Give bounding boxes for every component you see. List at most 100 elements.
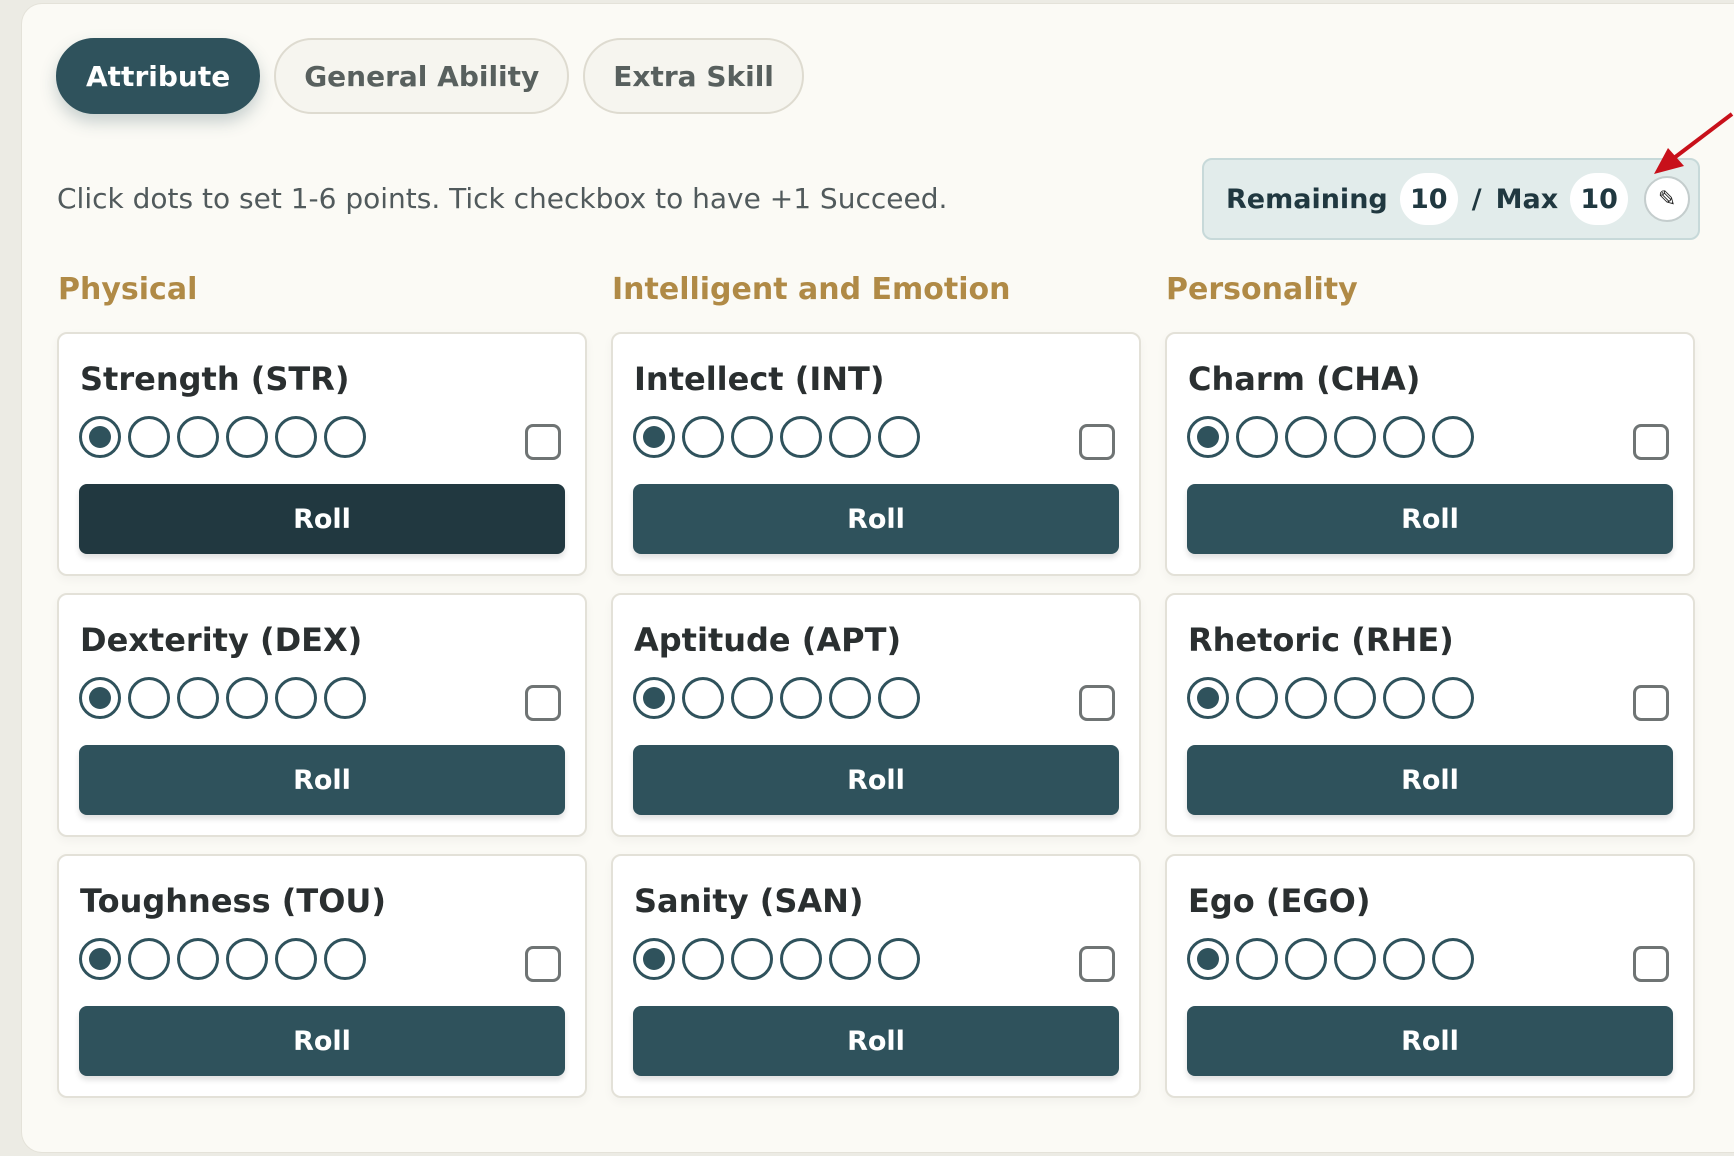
point-dot-3[interactable] (177, 938, 219, 980)
point-dot-2[interactable] (1236, 938, 1278, 980)
point-dot-4[interactable] (226, 677, 268, 719)
point-dot-1[interactable] (1187, 677, 1229, 719)
point-dot-1[interactable] (1187, 938, 1229, 980)
attribute-card-aptitude-apt: Aptitude (APT) Roll (611, 593, 1141, 837)
roll-button[interactable]: Roll (1187, 745, 1673, 815)
point-dot-4[interactable] (226, 938, 268, 980)
column-title: Personality (1166, 272, 1358, 307)
roll-button[interactable]: Roll (79, 484, 565, 554)
point-dots (633, 677, 920, 719)
point-dot-4[interactable] (1334, 677, 1376, 719)
point-dot-6[interactable] (1432, 677, 1474, 719)
roll-button[interactable]: Roll (79, 745, 565, 815)
point-dot-1[interactable] (79, 938, 121, 980)
point-dot-4[interactable] (780, 677, 822, 719)
point-dot-5[interactable] (275, 677, 317, 719)
point-dot-3[interactable] (1285, 677, 1327, 719)
point-dot-1[interactable] (79, 416, 121, 458)
point-dot-3[interactable] (731, 677, 773, 719)
succeed-checkbox[interactable] (525, 685, 561, 721)
attribute-name: Toughness (TOU) (80, 882, 387, 920)
point-dot-2[interactable] (682, 416, 724, 458)
succeed-checkbox[interactable] (525, 424, 561, 460)
point-dot-4[interactable] (1334, 938, 1376, 980)
annotation-arrow (1654, 112, 1734, 174)
attribute-name: Intellect (INT) (634, 360, 885, 398)
roll-button[interactable]: Roll (633, 745, 1119, 815)
point-dot-6[interactable] (878, 938, 920, 980)
attribute-name: Sanity (SAN) (634, 882, 864, 920)
point-dot-3[interactable] (177, 416, 219, 458)
point-dot-4[interactable] (226, 416, 268, 458)
point-dot-5[interactable] (1383, 416, 1425, 458)
point-dot-6[interactable] (324, 938, 366, 980)
point-dot-2[interactable] (128, 938, 170, 980)
succeed-checkbox[interactable] (1633, 424, 1669, 460)
roll-button[interactable]: Roll (1187, 1006, 1673, 1076)
point-dot-3[interactable] (731, 938, 773, 980)
roll-button[interactable]: Roll (1187, 484, 1673, 554)
attribute-card-charm-cha: Charm (CHA) Roll (1165, 332, 1695, 576)
point-dot-6[interactable] (1432, 416, 1474, 458)
point-dot-2[interactable] (1236, 677, 1278, 719)
point-dot-2[interactable] (1236, 416, 1278, 458)
point-dot-1[interactable] (633, 416, 675, 458)
point-dot-6[interactable] (1432, 938, 1474, 980)
point-dot-6[interactable] (878, 677, 920, 719)
column-title: Intelligent and Emotion (612, 272, 1011, 307)
column-physical: Physical Strength (STR) Roll Dexterity (DEX… (57, 272, 587, 1115)
succeed-checkbox[interactable] (1079, 685, 1115, 721)
point-dot-3[interactable] (1285, 416, 1327, 458)
point-dot-4[interactable] (1334, 416, 1376, 458)
tab-extra-skill[interactable]: Extra Skill (583, 38, 804, 114)
attribute-card-toughness-tou: Toughness (TOU) Roll (57, 854, 587, 1098)
point-dots (79, 677, 366, 719)
roll-button[interactable]: Roll (633, 1006, 1119, 1076)
attribute-name: Strength (STR) (80, 360, 350, 398)
point-dot-5[interactable] (275, 416, 317, 458)
attribute-name: Charm (CHA) (1188, 360, 1421, 398)
point-dot-1[interactable] (633, 677, 675, 719)
column-personality: Personality Charm (CHA) Roll Rhetoric (RHE)… (1165, 272, 1695, 1115)
point-dot-4[interactable] (780, 416, 822, 458)
point-dots (633, 938, 920, 980)
point-dot-1[interactable] (79, 677, 121, 719)
point-dot-6[interactable] (878, 416, 920, 458)
point-dot-2[interactable] (682, 677, 724, 719)
roll-button[interactable]: Roll (79, 1006, 565, 1076)
point-dot-2[interactable] (128, 677, 170, 719)
point-dot-1[interactable] (1187, 416, 1229, 458)
point-dot-5[interactable] (829, 677, 871, 719)
point-dot-3[interactable] (731, 416, 773, 458)
point-dots (633, 416, 920, 458)
points-separator: / (1471, 183, 1482, 215)
succeed-checkbox[interactable] (1079, 946, 1115, 982)
succeed-checkbox[interactable] (1079, 424, 1115, 460)
tab-attribute[interactable]: Attribute (56, 38, 261, 114)
point-dot-5[interactable] (829, 416, 871, 458)
point-dot-5[interactable] (1383, 938, 1425, 980)
point-dot-6[interactable] (324, 677, 366, 719)
attribute-card-sanity-san: Sanity (SAN) Roll (611, 854, 1141, 1098)
point-dot-2[interactable] (682, 938, 724, 980)
attribute-name: Rhetoric (RHE) (1188, 621, 1454, 659)
succeed-checkbox[interactable] (1633, 685, 1669, 721)
point-dot-2[interactable] (128, 416, 170, 458)
point-dot-3[interactable] (177, 677, 219, 719)
instructions-text: Click dots to set 1-6 points. Tick check… (57, 182, 948, 215)
point-dot-5[interactable] (1383, 677, 1425, 719)
attribute-card-strength-str: Strength (STR) Roll (57, 332, 587, 576)
point-dot-3[interactable] (1285, 938, 1327, 980)
point-dot-5[interactable] (829, 938, 871, 980)
tab-bar: Attribute General Ability Extra Skill (56, 38, 804, 114)
point-dot-4[interactable] (780, 938, 822, 980)
point-dot-5[interactable] (275, 938, 317, 980)
attribute-name: Aptitude (APT) (634, 621, 902, 659)
point-dot-6[interactable] (324, 416, 366, 458)
column-title: Physical (58, 272, 198, 307)
point-dot-1[interactable] (633, 938, 675, 980)
roll-button[interactable]: Roll (633, 484, 1119, 554)
tab-general-ability[interactable]: General Ability (274, 38, 570, 114)
succeed-checkbox[interactable] (1633, 946, 1669, 982)
succeed-checkbox[interactable] (525, 946, 561, 982)
